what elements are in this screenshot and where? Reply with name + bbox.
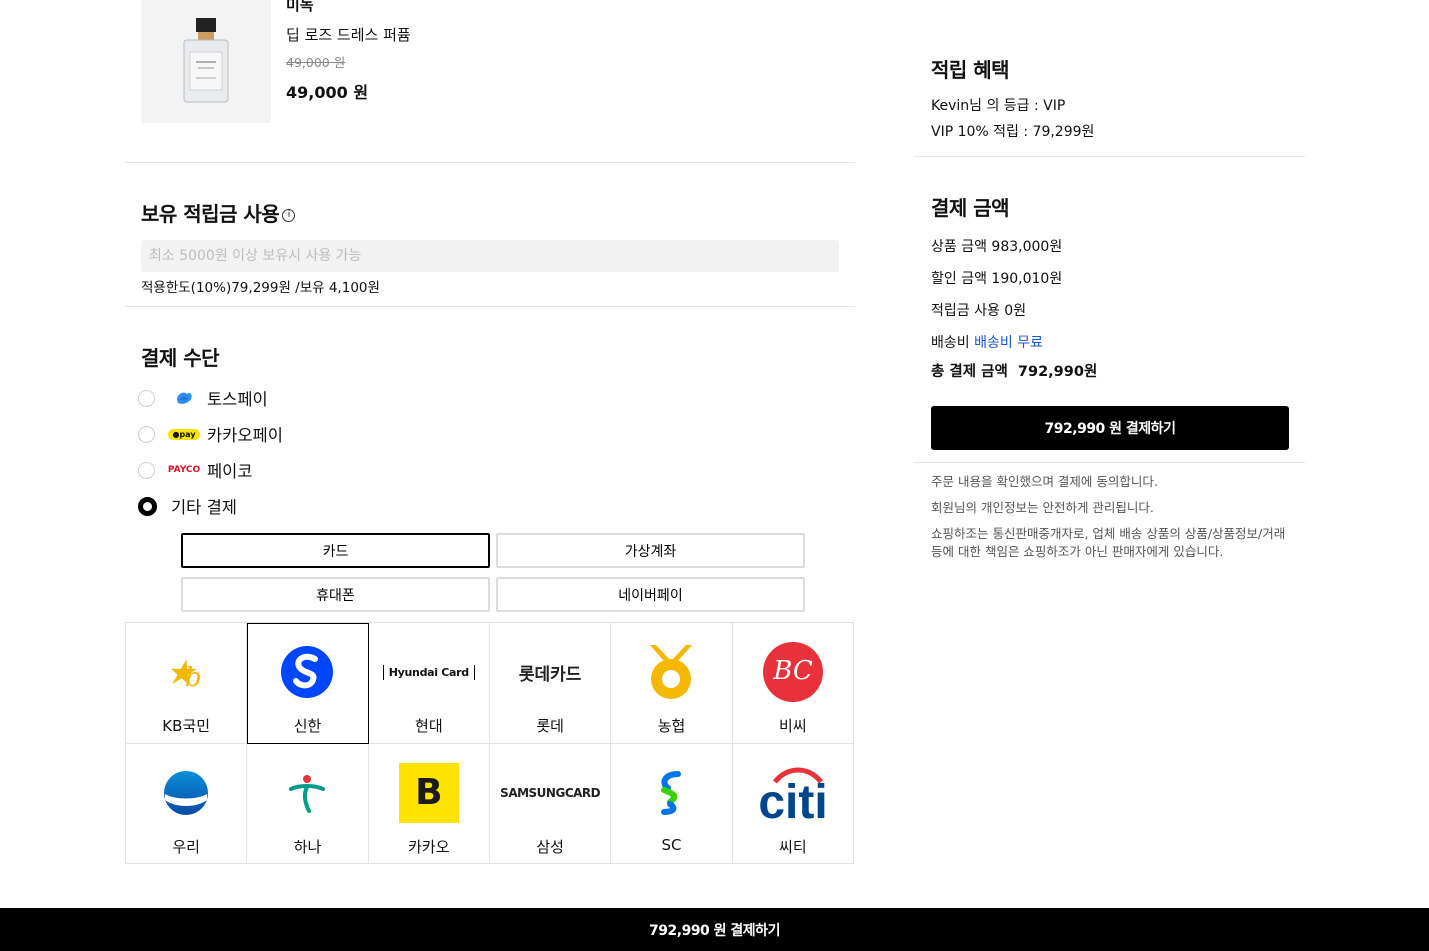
points-input[interactable]	[141, 240, 839, 272]
card-name: 신한	[293, 717, 322, 735]
total-value: 792,990원	[1017, 364, 1098, 380]
hyundai-logo-text: Hyundai Card	[382, 664, 475, 680]
card-name: 롯데	[536, 717, 564, 735]
product-sale-price: 49,000 원	[286, 83, 369, 102]
lotte-card-icon: 롯데카드	[500, 641, 600, 703]
toss-icon	[169, 389, 199, 407]
divider	[125, 162, 855, 163]
card-name: 현대	[415, 717, 443, 735]
card-option-hyundai[interactable]: Hyundai Card 현대	[368, 623, 490, 744]
card-option-shinhan[interactable]: 신한	[247, 623, 369, 744]
divider	[125, 306, 855, 307]
card-name: KB국민	[162, 717, 211, 735]
pay-button[interactable]: 792,990 원 결제하기	[931, 406, 1289, 450]
shipping-value: 배송비 무료	[974, 335, 1043, 351]
total-label: 총 결제 금액	[931, 364, 1008, 380]
shipping-label: 배송비	[931, 335, 970, 351]
method-virtual-account-button[interactable]: 가상계좌	[496, 533, 805, 568]
card-option-hana[interactable]: 하나	[247, 743, 369, 864]
kakao-card-icon: B	[379, 762, 479, 824]
summary-total: 총 결제 금액 792,990원	[931, 360, 1097, 381]
points-title-text: 보유 적립금 사용	[141, 202, 280, 226]
bc-logo-text: BC	[772, 656, 813, 686]
card-name: 비씨	[779, 717, 807, 735]
divider	[914, 156, 1305, 157]
product-image	[141, 0, 271, 123]
card-option-nh[interactable]: 농협	[611, 623, 733, 744]
pay-option-toss[interactable]: 토스페이	[138, 386, 268, 410]
pay-option-label: 기타 결제	[171, 498, 237, 517]
citi-card-icon: citi	[743, 762, 843, 824]
hana-card-icon	[257, 762, 357, 824]
kakaopay-logo-text: ●pay	[168, 428, 200, 440]
divider	[914, 462, 1305, 463]
radio-button[interactable]	[138, 425, 155, 443]
payco-icon: PAYCO	[167, 461, 201, 479]
points-section-title: 보유 적립금 사용 i	[141, 198, 296, 227]
payco-logo-text: PAYCO	[167, 465, 201, 475]
pay-option-label: 페이코	[207, 462, 253, 481]
bottom-pay-bar[interactable]: 792,990 원 결제하기	[0, 908, 1429, 951]
card-option-samsung[interactable]: SAMSUNGCARD 삼성	[490, 743, 612, 864]
card-name: 하나	[293, 837, 322, 856]
samsung-card-icon: SAMSUNGCARD	[500, 762, 600, 824]
card-option-sc[interactable]: SC	[611, 743, 733, 864]
notice-agreement: 주문 내용을 확인했으며 결제에 동의합니다.	[931, 474, 1158, 489]
card-name: 카카오	[408, 837, 450, 856]
radio-button[interactable]	[138, 461, 155, 479]
kakao-logo-text: B	[398, 762, 459, 823]
method-phone-button[interactable]: 휴대폰	[181, 577, 490, 612]
card-option-kb[interactable]: ★ b KB국민	[126, 623, 248, 744]
product-original-price: 49,000 원	[286, 55, 346, 70]
product-brand: 미녹	[286, 0, 314, 14]
sc-card-icon	[621, 762, 721, 824]
shinhan-card-icon	[257, 641, 357, 703]
notice-privacy: 회원님의 개인정보는 안전하게 관리됩니다.	[931, 500, 1154, 515]
pay-option-kakaopay[interactable]: ●pay 카카오페이	[138, 422, 283, 446]
summary-product-amount: 상품 금액 983,000원	[931, 239, 1063, 255]
rewards-title: 적립 혜택	[931, 58, 1010, 82]
info-icon[interactable]: i	[282, 209, 296, 222]
card-option-citi[interactable]: citi 씨티	[732, 743, 854, 864]
card-name: 삼성	[536, 837, 564, 856]
product-name: 딥 로즈 드레스 퍼퓸	[286, 26, 411, 44]
citi-logo-text: citi	[758, 776, 827, 824]
pay-option-payco[interactable]: PAYCO 페이코	[138, 458, 253, 482]
summary-discount-amount: 할인 금액 190,010원	[931, 271, 1063, 287]
svg-text:b: b	[185, 663, 202, 692]
payment-method-title: 결제 수단	[141, 346, 220, 370]
method-naverpay-button[interactable]: 네이버페이	[496, 577, 805, 612]
bc-card-icon: BC	[743, 641, 843, 703]
radio-button-checked[interactable]	[138, 496, 157, 516]
pay-option-label: 카카오페이	[207, 426, 283, 445]
summary-points-used: 적립금 사용 0원	[931, 303, 1027, 319]
points-limit-text: 적용한도(10%)79,299원 /보유 4,100원	[141, 280, 380, 296]
radio-button[interactable]	[138, 389, 155, 407]
hyundai-card-icon: Hyundai Card	[379, 641, 479, 703]
woori-card-icon	[136, 762, 236, 824]
card-name: SC	[661, 835, 682, 854]
kakaopay-icon: ●pay	[168, 425, 200, 443]
notice-disclaimer: 쇼핑하조는 통신판매중개자로, 업체 배송 상품의 상품/상품정보/거래 등에 …	[931, 526, 1286, 559]
lotte-logo-text: 롯데카드	[518, 664, 582, 685]
samsung-logo-text: SAMSUNGCARD	[500, 785, 601, 800]
summary-shipping: 배송비 배송비 무료	[931, 332, 1043, 352]
kb-card-icon: ★ b	[136, 641, 236, 703]
card-option-kakao[interactable]: B 카카오	[368, 743, 490, 864]
rewards-grade: Kevin님 의 등급 : VIP	[931, 98, 1066, 114]
nh-card-icon	[621, 641, 721, 703]
summary-title: 결제 금액	[931, 196, 1010, 220]
card-company-grid: ★ b KB국민 신한 Hyundai Card 현대 롯데카드 롯데 농협 BC…	[125, 622, 854, 864]
card-option-lotte[interactable]: 롯데카드 롯데	[490, 623, 612, 744]
card-name: 씨티	[779, 837, 807, 856]
card-option-woori[interactable]: 우리	[126, 743, 248, 864]
rewards-rate: VIP 10% 적립 : 79,299원	[931, 124, 1095, 140]
card-name: 우리	[172, 837, 200, 856]
card-option-bc[interactable]: BC 비씨	[732, 623, 854, 744]
card-name: 농협	[657, 717, 686, 735]
pay-option-label: 토스페이	[207, 390, 268, 409]
pay-option-other[interactable]: 기타 결제	[138, 494, 237, 518]
product-info: 미녹 딥 로즈 드레스 퍼퓸 49,000 원 49,000 원	[286, 0, 411, 103]
method-card-button[interactable]: 카드	[181, 533, 490, 568]
